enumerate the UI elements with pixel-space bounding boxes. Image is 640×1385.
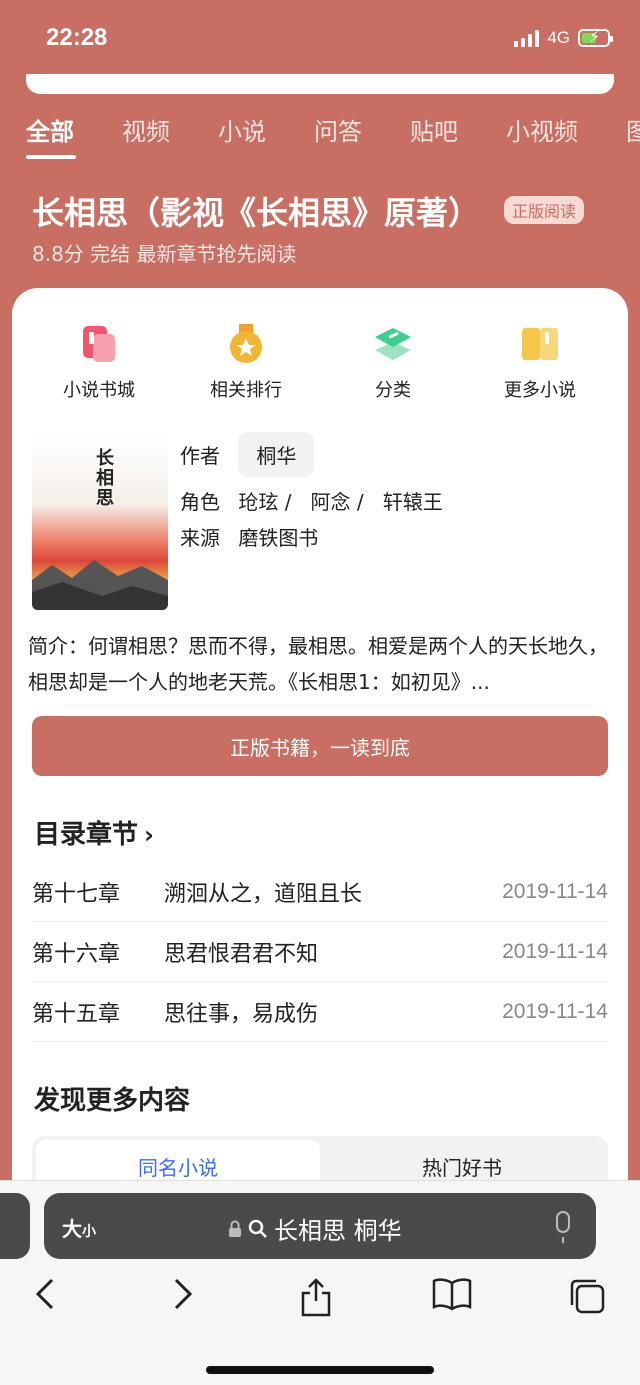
category-tabs: 全部 视频 小说 问答 贴吧 小视频 图: [0, 112, 640, 162]
quick-link-ranking[interactable]: 相关排行: [176, 324, 316, 402]
author-row: 作者 桐华: [180, 432, 315, 477]
chapters-title: 目录章节: [34, 820, 139, 850]
chapter-row[interactable]: 第十七章 溯洄从之，道阻且长 2019-11-14: [32, 862, 608, 922]
address-text[interactable]: 长相思 桐华: [228, 1211, 402, 1246]
quick-link-bookstore[interactable]: 小说书城: [29, 324, 169, 402]
chapter-name: 思君恨君君不知: [164, 941, 319, 967]
bookstore-icon: [79, 324, 119, 364]
search-icon: [248, 1219, 267, 1238]
read-official-button[interactable]: 正版书籍，一读到底: [32, 716, 608, 776]
text-size-button[interactable]: 大小: [62, 1213, 96, 1242]
chapter-number: 第十七章: [32, 881, 121, 907]
lock-icon: [229, 1220, 241, 1237]
book-intro[interactable]: 简介：何谓相思？思而不得，最相思。相爱是两个人的天长地久，相思却是一个人的地老天…: [28, 628, 618, 700]
quick-link-label: 分类: [375, 380, 411, 401]
chevron-right-icon: ›: [144, 821, 154, 849]
microphone-icon[interactable]: [556, 1211, 570, 1243]
tab-qa[interactable]: 问答: [314, 112, 362, 147]
quick-link-more-novels[interactable]: 更多小说: [470, 324, 610, 402]
official-read-badge: 正版阅读: [504, 196, 585, 224]
search-box-edge[interactable]: [26, 74, 614, 94]
tab-novel[interactable]: 小说: [218, 112, 266, 147]
browser-toolbar: 大小 长相思 桐华: [0, 1180, 640, 1385]
tab-all[interactable]: 全部: [26, 112, 74, 147]
previous-tab-pill[interactable]: [0, 1193, 30, 1259]
roles-key: 角色: [180, 490, 220, 514]
result-subline: 8.8分 完结 最新章节抢先阅读: [32, 242, 297, 266]
novel-card: 小说书城 相关排行 分类 更多小说 长相思 作者 桐华 角色 玱玹 / 阿念 /…: [12, 288, 628, 1288]
chapter-date: 2019-11-14: [502, 939, 608, 963]
open-book-icon: [520, 324, 560, 364]
source-row: 来源 磨铁图书: [180, 522, 318, 551]
active-tab-indicator: [26, 155, 76, 159]
home-indicator: [206, 1366, 434, 1374]
chapter-number: 第十五章: [32, 1001, 121, 1027]
back-icon[interactable]: [34, 1277, 56, 1311]
chapter-row[interactable]: 第十六章 思君恨君君不知 2019-11-14: [32, 922, 608, 982]
chapter-name: 思往事，易成伤: [164, 1001, 319, 1027]
chapter-row[interactable]: 第十五章 思往事，易成伤 2019-11-14: [32, 982, 608, 1042]
book-cover[interactable]: 长相思: [32, 434, 168, 610]
quick-link-label: 小说书城: [63, 380, 135, 401]
chapters-heading[interactable]: 目录章节 ›: [34, 814, 154, 851]
chapter-number: 第十六章: [32, 941, 121, 967]
signal-icon: [514, 29, 540, 47]
role-link[interactable]: 玱玹 /: [238, 490, 291, 514]
result-title[interactable]: 长相思（影视《长相思》原著）: [32, 188, 480, 234]
quick-link-category[interactable]: 分类: [323, 324, 463, 402]
roles-row: 角色 玱玹 / 阿念 / 轩辕王: [180, 486, 443, 515]
role-link[interactable]: 阿念 /: [311, 490, 364, 514]
address-bar[interactable]: 大小 长相思 桐华: [44, 1193, 596, 1259]
status-indicators: 4G ⚡: [514, 27, 613, 48]
tabs-icon[interactable]: [568, 1277, 606, 1315]
battery-icon: ⚡: [578, 27, 613, 47]
tab-video[interactable]: 视频: [122, 112, 170, 147]
category-layers-icon: [373, 324, 413, 364]
ranking-medal-icon: [226, 324, 266, 364]
forward-icon[interactable]: [172, 1277, 194, 1311]
quick-link-label: 更多小说: [504, 380, 576, 401]
address-query: 长相思 桐华: [274, 1217, 402, 1245]
quick-link-label: 相关排行: [210, 380, 282, 401]
source-value: 磨铁图书: [238, 526, 319, 550]
cover-title: 长相思: [93, 448, 114, 508]
network-label: 4G: [547, 28, 570, 47]
author-chip[interactable]: 桐华: [238, 432, 315, 477]
discover-heading: 发现更多内容: [34, 1086, 191, 1116]
bookmarks-icon[interactable]: [432, 1277, 472, 1311]
chapter-date: 2019-11-14: [502, 879, 608, 903]
chapter-name: 溯洄从之，道阻且长: [164, 881, 363, 907]
tab-short-video[interactable]: 小视频: [506, 112, 578, 147]
tab-image[interactable]: 图: [626, 112, 640, 147]
share-icon[interactable]: [300, 1277, 332, 1317]
status-time: 22:28: [46, 24, 108, 51]
tab-tieba[interactable]: 贴吧: [410, 112, 458, 147]
status-bar: 22:28 4G ⚡: [0, 0, 640, 72]
source-key: 来源: [180, 526, 220, 550]
chapter-date: 2019-11-14: [502, 999, 608, 1023]
role-link[interactable]: 轩辕王: [383, 490, 443, 514]
author-key: 作者: [180, 444, 220, 468]
